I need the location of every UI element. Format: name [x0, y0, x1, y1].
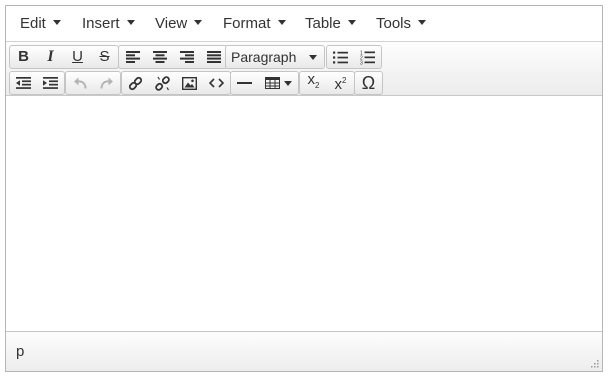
- link-button[interactable]: [122, 72, 149, 94]
- subscript-mark: 2: [315, 81, 320, 90]
- unlink-icon: [155, 75, 170, 91]
- element-path[interactable]: p: [16, 343, 24, 360]
- edit-area[interactable]: [6, 96, 602, 332]
- chevron-down-icon: [277, 20, 286, 25]
- statusbar: p: [6, 331, 602, 371]
- table-icon: [264, 77, 280, 89]
- menu-insert[interactable]: Insert: [82, 6, 135, 42]
- block-format-value: Paragraph: [231, 49, 297, 65]
- link-icon: [128, 76, 143, 90]
- align-justify-icon: [206, 51, 221, 63]
- chevron-down-icon: [347, 20, 356, 25]
- menu-view-label: View: [155, 15, 188, 32]
- chevron-down-icon: [194, 20, 203, 25]
- horizontal-rule-icon: [237, 82, 252, 84]
- strikethrough-button[interactable]: S: [91, 46, 118, 68]
- special-character-icon: Ω: [361, 73, 376, 93]
- redo-button[interactable]: [93, 72, 120, 94]
- superscript-mark: 2: [342, 76, 347, 85]
- undo-icon: [73, 77, 86, 89]
- align-left-icon: [125, 51, 140, 63]
- align-right-button[interactable]: [173, 46, 200, 68]
- code-button[interactable]: [203, 72, 230, 94]
- code-icon: [209, 78, 224, 88]
- bullet-list-icon: [333, 51, 348, 63]
- resize-handle-icon[interactable]: [589, 358, 599, 368]
- block-format-select[interactable]: Paragraph: [226, 46, 324, 68]
- outdent-icon: [16, 77, 31, 89]
- table-button[interactable]: [258, 72, 298, 94]
- insert-group: [121, 71, 231, 95]
- bullet-list-button[interactable]: [327, 46, 354, 68]
- subscript-button[interactable]: x2: [300, 69, 327, 97]
- history-group: [65, 71, 121, 95]
- alignment-group: [118, 45, 228, 69]
- svg-text:3: 3: [360, 60, 363, 65]
- subscript-letter: x: [307, 71, 316, 88]
- chevron-down-icon: [126, 20, 135, 25]
- menu-tools-label: Tools: [376, 15, 412, 32]
- menu-edit[interactable]: Edit: [20, 6, 61, 42]
- image-icon: [182, 76, 197, 90]
- menu-format[interactable]: Format: [223, 6, 286, 42]
- italic-button[interactable]: I: [37, 46, 64, 68]
- menu-view[interactable]: View: [155, 6, 203, 42]
- horizontal-rule-button[interactable]: [231, 72, 258, 94]
- bold-button[interactable]: B: [10, 46, 37, 68]
- special-character-button[interactable]: Ω: [355, 72, 382, 94]
- numbered-list-button[interactable]: 123: [354, 46, 381, 68]
- superscript-icon: x2: [335, 70, 347, 96]
- menubar: Edit Insert View Format Table Tools: [6, 6, 602, 42]
- align-center-button[interactable]: [146, 46, 173, 68]
- hr-table-group: [230, 71, 299, 95]
- italic-icon: I: [47, 48, 54, 65]
- chevron-down-icon: [52, 20, 61, 25]
- bold-icon: B: [18, 48, 29, 65]
- numbered-list-icon: 123: [360, 50, 375, 65]
- block-format-group: Paragraph: [225, 45, 325, 69]
- indent-button[interactable]: [37, 72, 64, 94]
- chevron-down-icon: [283, 80, 292, 86]
- subscript-icon: x2: [308, 69, 320, 97]
- redo-icon: [100, 77, 113, 89]
- align-right-icon: [179, 51, 194, 63]
- undo-button[interactable]: [66, 72, 93, 94]
- menu-table[interactable]: Table: [305, 6, 356, 42]
- image-button[interactable]: [176, 72, 203, 94]
- text-style-group: B I U S: [9, 45, 119, 69]
- rich-text-editor: Edit Insert View Format Table Tools B I …: [5, 5, 603, 372]
- underline-button[interactable]: U: [64, 46, 91, 68]
- script-group: x2 x2: [299, 71, 355, 95]
- superscript-button[interactable]: x2: [327, 72, 354, 94]
- chevron-down-icon: [309, 55, 317, 60]
- special-char-group: Ω: [354, 71, 383, 95]
- outdent-button[interactable]: [10, 72, 37, 94]
- unlink-button[interactable]: [149, 72, 176, 94]
- menu-format-label: Format: [223, 15, 271, 32]
- menu-tools[interactable]: Tools: [376, 6, 427, 42]
- toolbar: B I U S Paragraph 1 2 3 x2 x2 Ω: [6, 42, 602, 96]
- indent-icon: [43, 77, 58, 89]
- align-justify-button[interactable]: [200, 46, 227, 68]
- menu-table-label: Table: [305, 15, 341, 32]
- chevron-down-icon: [418, 20, 427, 25]
- indent-group: [9, 71, 65, 95]
- list-group: 123: [326, 45, 382, 69]
- align-center-icon: [152, 51, 167, 63]
- align-left-button[interactable]: [119, 46, 146, 68]
- superscript-letter: x: [334, 76, 343, 93]
- strikethrough-icon: S: [99, 48, 110, 65]
- underline-icon: U: [72, 48, 83, 65]
- menu-edit-label: Edit: [20, 15, 46, 32]
- menu-insert-label: Insert: [82, 15, 120, 32]
